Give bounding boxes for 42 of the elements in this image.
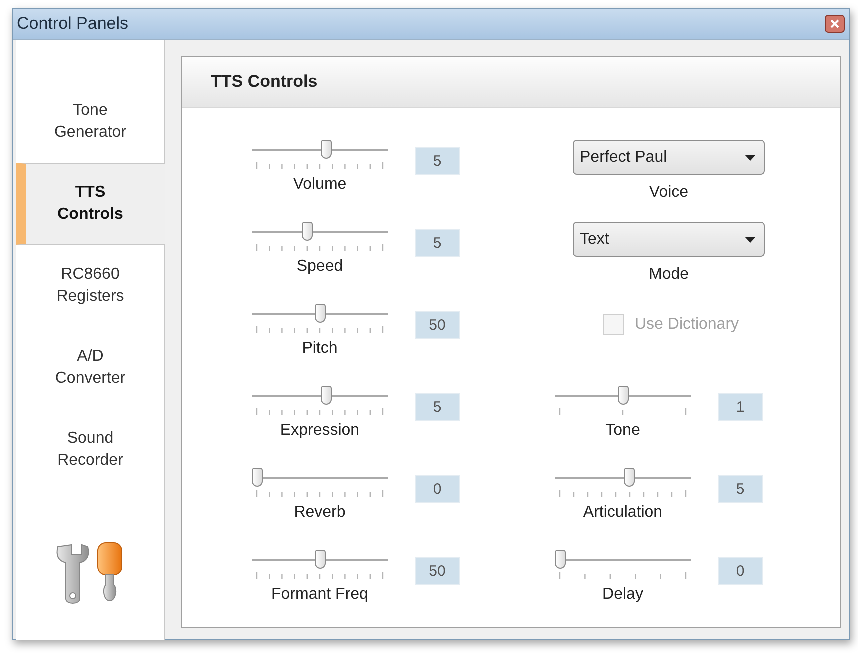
slider-thumb[interactable]	[320, 140, 332, 159]
close-icon[interactable]	[825, 15, 845, 33]
value-readout: 5	[415, 393, 460, 421]
slider-label: Articulation	[583, 504, 663, 522]
panel-title: TTS Controls	[211, 72, 318, 92]
slider-thumb[interactable]	[624, 468, 635, 487]
slider-thumb[interactable]	[314, 304, 326, 323]
slider-label: Tone	[606, 422, 640, 440]
slider-label: Formant Freq	[272, 586, 368, 604]
window-title: Control Panels	[17, 14, 129, 34]
sidebar-tab[interactable]: A/D Converter	[16, 327, 165, 409]
slider-thumb[interactable]	[555, 550, 566, 569]
slider-thumb[interactable]	[320, 386, 332, 405]
slider-label: Delay	[602, 586, 644, 604]
dropdown[interactable]: Perfect Paul	[573, 140, 765, 175]
value-readout: 5	[415, 229, 460, 257]
dropdown-label: Voice	[649, 184, 689, 202]
slider-label: Volume	[293, 176, 347, 194]
sidebar-tab[interactable]: Sound Recorder	[16, 409, 165, 491]
value-readout: 5	[415, 147, 460, 175]
value-readout: 50	[415, 311, 460, 339]
slider-label: Reverb	[294, 504, 346, 522]
value-readout: 0	[718, 557, 763, 585]
slider-thumb[interactable]	[252, 468, 263, 487]
value-readout: 0	[415, 475, 460, 503]
value-readout: 50	[415, 557, 460, 585]
slider-label: Pitch	[302, 340, 338, 358]
dropdown-label: Mode	[648, 266, 690, 284]
caret-icon	[745, 154, 756, 160]
value-readout: 5	[718, 475, 763, 503]
slider-label: Expression	[280, 422, 360, 440]
value-readout: 1	[718, 393, 763, 421]
slider-thumb[interactable]	[618, 386, 628, 405]
slider-thumb[interactable]	[302, 222, 313, 241]
slider-thumb[interactable]	[314, 550, 326, 569]
dropdown[interactable]: Text	[573, 222, 765, 257]
slider-label: Speed	[296, 258, 344, 276]
sidebar-tab[interactable]: Tone Generator	[16, 81, 165, 163]
caret-icon	[745, 236, 756, 242]
sidebar-tab[interactable]: TTS Controls	[16, 163, 165, 245]
sidebar-tab[interactable]: RC8660 Registers	[16, 245, 165, 327]
checkbox-label: Use Dictionary	[635, 316, 740, 334]
